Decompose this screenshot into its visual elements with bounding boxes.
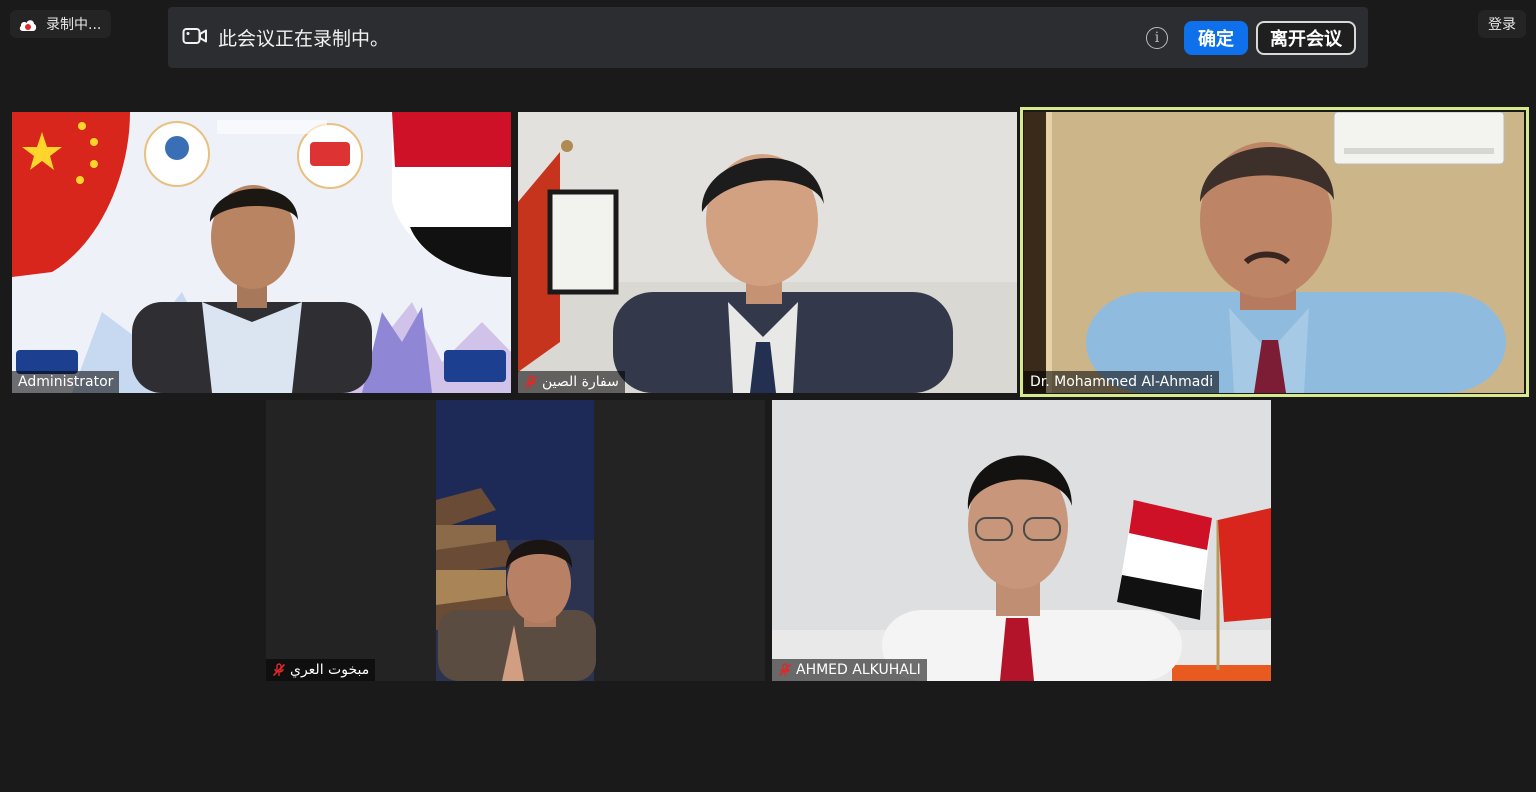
muted-mic-icon [778,663,792,677]
login-button[interactable]: 登录 [1478,10,1526,38]
recording-label: 录制中... [46,17,102,33]
video-camera-icon [182,27,208,49]
video-tile-ahmed-alkuhali[interactable]: AHMED ALKUHALI [772,400,1271,681]
video-tile-mabkhout-alari[interactable]: مبخوت العري [266,400,765,681]
participant-name: AHMED ALKUHALI [796,662,921,678]
participant-name-tag: Dr. Mohammed Al-Ahmadi [1024,371,1220,393]
recording-notice-banner: 此会议正在录制中。 i 确定 离开会议 [168,7,1368,68]
video-tile-administrator[interactable]: Administrator [12,112,511,393]
participant-name: سفارة الصين [542,374,619,390]
participant-name: Dr. Mohammed Al-Ahmadi [1030,374,1214,390]
video-tile-chinese-embassy[interactable]: سفارة الصين [518,112,1017,393]
leave-meeting-button[interactable]: 离开会议 [1256,20,1356,55]
participant-name: مبخوت العري [290,662,370,678]
cloud-record-icon [18,17,38,31]
recording-notice-text: 此会议正在录制中。 [218,28,390,50]
muted-mic-icon [272,663,286,677]
participant-name-tag: Administrator [12,371,120,393]
info-icon[interactable]: i [1146,26,1168,49]
participant-name: Administrator [18,374,114,390]
participant-name-tag: سفارة الصين [518,371,625,393]
video-tile-mohammed-al-ahmadi[interactable]: Dr. Mohammed Al-Ahmadi [1024,112,1524,393]
participant-name-tag: مبخوت العري [266,659,376,681]
participant-name-tag: AHMED ALKUHALI [772,659,927,681]
recording-indicator[interactable]: 录制中... [10,10,112,38]
confirm-button[interactable]: 确定 [1184,20,1248,55]
participant-video [772,400,1271,681]
participant-video [518,112,1017,393]
participant-video [266,400,765,681]
participant-video [12,112,511,393]
meeting-window: 录制中... 登录 此会议正在录制中。 i 确定 离开会议 Administra… [0,0,1536,792]
participant-video [1024,112,1524,393]
muted-mic-icon [524,375,538,389]
